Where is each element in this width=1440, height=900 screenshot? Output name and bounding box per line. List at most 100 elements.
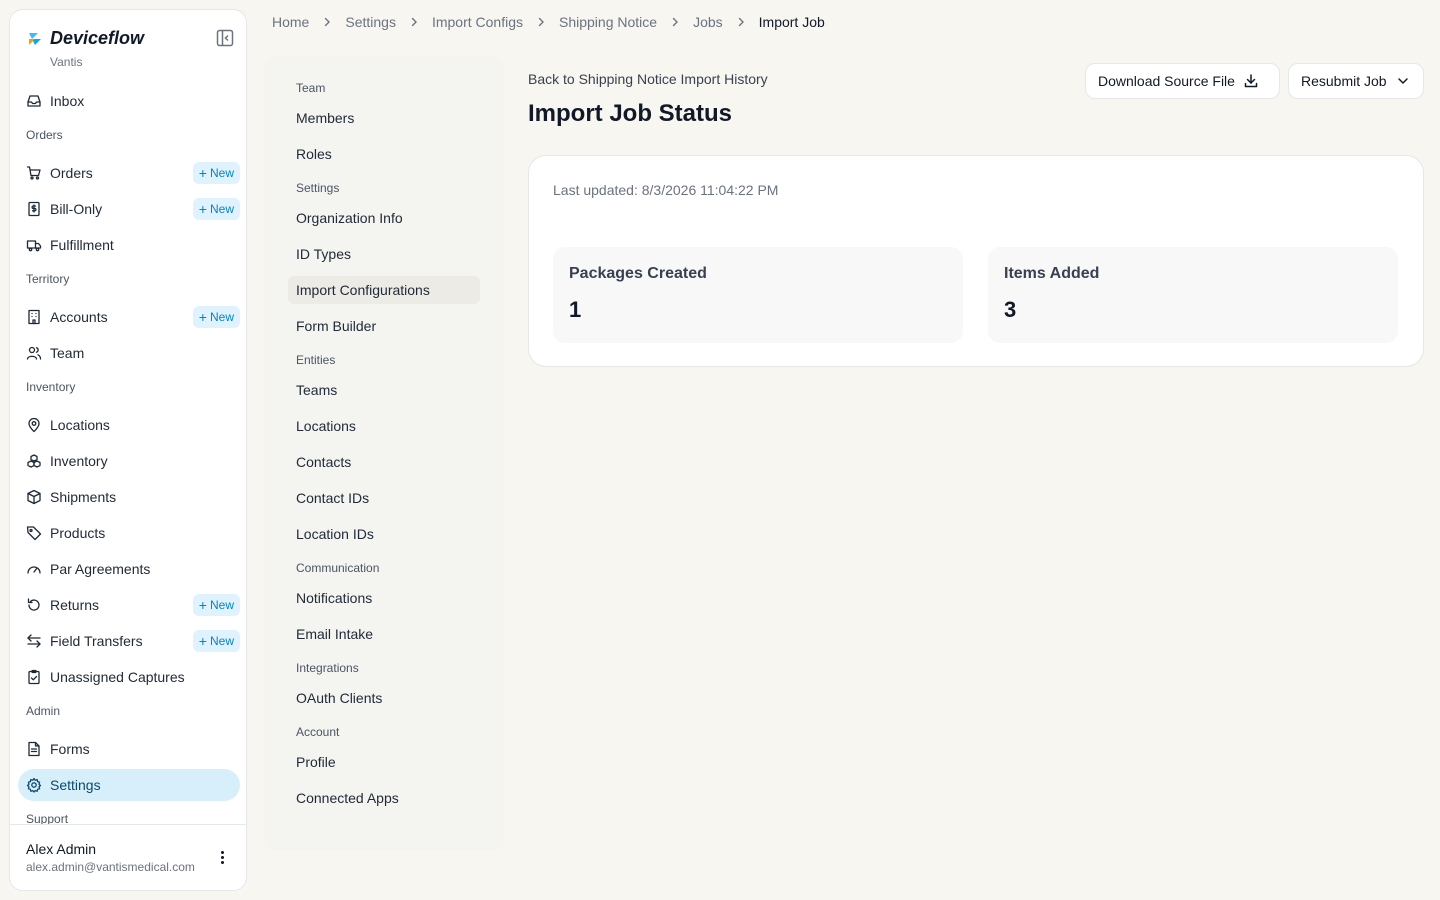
chevron-right-icon: [733, 14, 749, 30]
back-link[interactable]: Back to Shipping Notice Import History: [528, 71, 768, 87]
sidebar-item-inventory[interactable]: Inventory: [18, 445, 240, 477]
nav-section-label: Admin: [26, 704, 61, 718]
app-name: Deviceflow: [50, 28, 145, 48]
new-badge-button[interactable]: + New: [192, 594, 240, 616]
new-badge-label: New: [209, 598, 234, 612]
nav-item-label: Bill-Only: [50, 201, 103, 217]
arrows-swap-icon: [26, 633, 42, 649]
last-updated: Last updated: 8/3/2026 11:04:22 PM: [553, 182, 779, 198]
settings-nav-section: Team: [296, 81, 326, 95]
nav-item-label: Inbox: [50, 93, 85, 109]
sidebar-item-products[interactable]: Products: [18, 517, 240, 549]
settings-nav-item-location-ids[interactable]: Location IDs: [288, 520, 480, 548]
sidebar-item-locations[interactable]: Locations: [18, 409, 240, 441]
download-source-file-button[interactable]: Download Source File: [1085, 63, 1280, 99]
user-box: Alex Admin alex.admin@vantismedical.com: [10, 824, 246, 890]
resubmit-button-label: Resubmit Job: [1301, 73, 1387, 89]
new-badge-button[interactable]: + New: [192, 198, 240, 220]
new-badge-button[interactable]: + New: [192, 630, 240, 652]
settings-nav-item-locations[interactable]: Locations: [288, 412, 480, 440]
settings-nav-item-teams[interactable]: Teams: [288, 376, 480, 404]
nav-item-label: Forms: [50, 741, 90, 757]
settings-nav-item-oauth-clients[interactable]: OAuth Clients: [288, 684, 480, 712]
settings-nav-item-import-configurations[interactable]: Import Configurations: [288, 276, 480, 304]
nav-item-label: Accounts: [50, 309, 108, 325]
chevron-right-icon: [319, 14, 335, 30]
settings-nav-section: Communication: [296, 561, 380, 575]
settings-nav-item-form-builder[interactable]: Form Builder: [288, 312, 480, 340]
map-pin-icon: [26, 417, 42, 433]
plus-icon: +: [198, 597, 207, 613]
chevron-right-icon: [667, 14, 683, 30]
breadcrumb-item[interactable]: Settings: [345, 14, 396, 30]
app-sidebar: Deviceflow Vantis Inbox Orders Orders + New B…: [9, 9, 247, 891]
settings-nav-item-contact-ids[interactable]: Contact IDs: [288, 484, 480, 512]
settings-nav-item-id-types[interactable]: ID Types: [288, 240, 480, 268]
settings-nav-item-email-intake[interactable]: Email Intake: [288, 620, 480, 648]
chevron-right-icon: [533, 14, 549, 30]
sidebar-item-settings[interactable]: Settings: [18, 769, 240, 801]
package-icon: [26, 489, 42, 505]
sidebar-item-orders[interactable]: Orders + New: [18, 157, 240, 189]
sidebar-item-field-transfers[interactable]: Field Transfers + New: [18, 625, 240, 657]
settings-nav-item-organization-info[interactable]: Organization Info: [288, 204, 480, 232]
sidebar-item-fulfillment[interactable]: Fulfillment: [18, 229, 240, 261]
inbox-icon: [26, 93, 42, 109]
sidebar-item-par-agreements[interactable]: Par Agreements: [18, 553, 240, 585]
stat-value: 1: [569, 297, 582, 322]
plus-icon: +: [198, 633, 207, 649]
tag-icon: [26, 525, 42, 541]
settings-nav-item-contacts[interactable]: Contacts: [288, 448, 480, 476]
sidebar-item-bill-only[interactable]: Bill-Only + New: [18, 193, 240, 225]
file-text-icon: [26, 741, 42, 757]
sidebar-item-accounts[interactable]: Accounts + New: [18, 301, 240, 333]
breadcrumb-item[interactable]: Shipping Notice: [559, 14, 657, 30]
sidebar-item-inbox[interactable]: Inbox: [18, 85, 240, 117]
stat-label: Items Added: [1004, 265, 1100, 282]
breadcrumb-item[interactable]: Import Configs: [432, 14, 523, 30]
resubmit-job-button[interactable]: Resubmit Job: [1288, 63, 1424, 99]
app-nav: Inbox Orders Orders + New Bill-Only + New Fulfil…: [18, 85, 240, 841]
new-badge-label: New: [209, 634, 234, 648]
undo-icon: [26, 597, 42, 613]
stat-packages-created: Packages Created 1: [553, 247, 963, 343]
sidebar-item-unassigned-captures[interactable]: Unassigned Captures: [18, 661, 240, 693]
nav-item-label: Shipments: [50, 489, 117, 505]
nav-section-label: Orders: [26, 128, 63, 142]
breadcrumb-item[interactable]: Jobs: [693, 14, 723, 30]
new-badge-label: New: [209, 202, 234, 216]
settings-nav-item-profile[interactable]: Profile: [288, 748, 480, 776]
import-status-card: Last updated: 8/3/2026 11:04:22 PM Packa…: [528, 155, 1424, 367]
nav-item-label: Par Agreements: [50, 561, 151, 577]
plus-icon: +: [198, 309, 207, 325]
nav-section-label: Territory: [26, 272, 70, 286]
sidebar-item-shipments[interactable]: Shipments: [18, 481, 240, 513]
settings-nav-item-members[interactable]: Members: [288, 104, 480, 132]
stat-label: Packages Created: [569, 265, 707, 282]
settings-nav-item-roles[interactable]: Roles: [288, 140, 480, 168]
breadcrumb: Home Settings Import Configs Shipping Notic…: [272, 14, 825, 30]
nav-item-label: Inventory: [50, 453, 108, 469]
brand[interactable]: Deviceflow: [26, 28, 144, 49]
more-vertical-icon[interactable]: [212, 847, 232, 867]
user-email: alex.admin@vantismedical.com: [26, 860, 195, 874]
gauge-icon: [26, 561, 42, 577]
sidebar-collapse-icon[interactable]: [215, 28, 235, 48]
nav-item-label: Field Transfers: [50, 633, 143, 649]
settings-nav-item-notifications[interactable]: Notifications: [288, 584, 480, 612]
new-badge-button[interactable]: + New: [192, 162, 240, 184]
nav-item-label: Returns: [50, 597, 100, 613]
settings-nav-section: Integrations: [296, 661, 359, 675]
settings-nav-section: Account: [296, 725, 340, 739]
nav-item-label: Locations: [50, 417, 110, 433]
breadcrumb-item[interactable]: Home: [272, 14, 309, 30]
sidebar-item-team[interactable]: Team: [18, 337, 240, 369]
boxes-icon: [26, 453, 42, 469]
nav-item-label: Products: [50, 525, 106, 541]
sidebar-item-forms[interactable]: Forms: [18, 733, 240, 765]
stat-items-added: Items Added 3: [988, 247, 1398, 343]
sidebar-item-returns[interactable]: Returns + New: [18, 589, 240, 621]
new-badge-button[interactable]: + New: [192, 306, 240, 328]
building-icon: [26, 309, 42, 325]
settings-nav-item-connected-apps[interactable]: Connected Apps: [288, 784, 480, 812]
